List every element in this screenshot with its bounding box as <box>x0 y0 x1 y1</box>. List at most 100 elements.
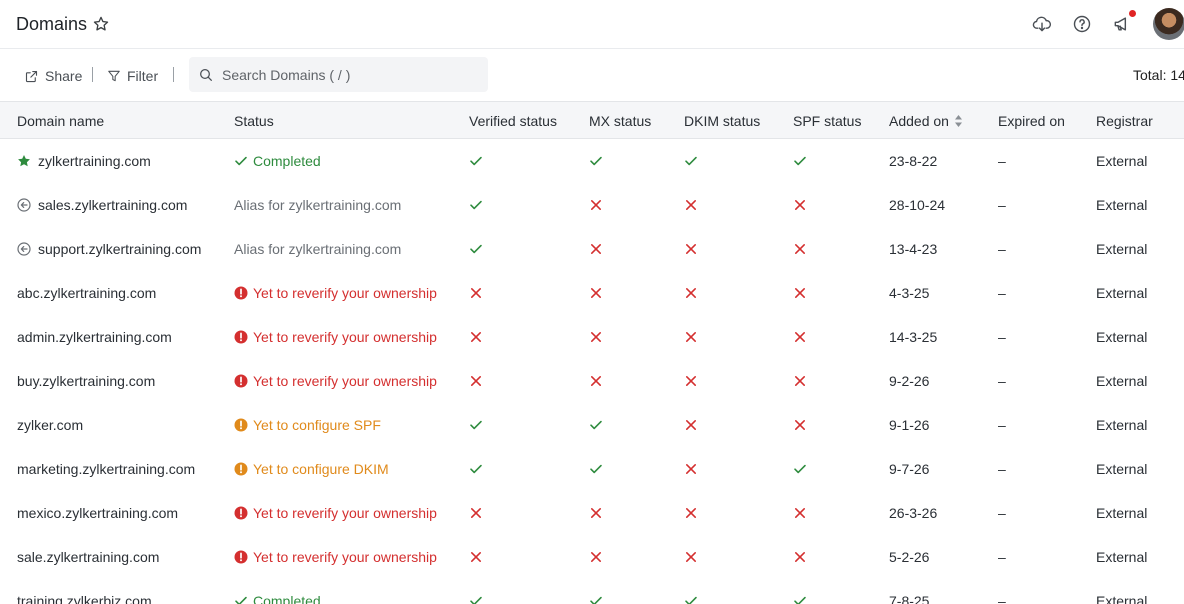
cross-icon <box>471 508 481 518</box>
help-icon[interactable] <box>1072 14 1092 34</box>
dkim-status-cell <box>684 447 698 491</box>
registrar-value: External <box>1096 329 1148 345</box>
domain-name[interactable]: sales.zylkertraining.com <box>17 197 187 213</box>
status-text[interactable]: Yet to reverify your ownership <box>234 549 437 565</box>
domain-name-cell[interactable]: mexico.zylkertraining.com <box>17 491 178 535</box>
table-row[interactable]: admin.zylkertraining.com Yet to reverify … <box>0 315 1184 359</box>
column-header-expired-on[interactable]: Expired on <box>998 113 1065 129</box>
cross-icon <box>591 376 601 386</box>
domain-name[interactable]: admin.zylkertraining.com <box>17 329 172 345</box>
registrar-value: External <box>1096 241 1148 257</box>
domain-name-cell[interactable]: support.zylkertraining.com <box>17 227 201 271</box>
table-row[interactable]: sales.zylkertraining.com Alias for zylker… <box>0 183 1184 227</box>
domain-name-cell[interactable]: admin.zylkertraining.com <box>17 315 172 359</box>
registrar-value: External <box>1096 549 1148 565</box>
cross-icon <box>686 464 696 474</box>
domain-name[interactable]: zylkertraining.com <box>17 153 151 169</box>
domain-name-text: mexico.zylkertraining.com <box>17 505 179 521</box>
status-text[interactable]: Yet to reverify your ownership <box>234 329 437 345</box>
table-row[interactable]: zylkertraining.com Completed 23-8-22 – Exter… <box>0 139 1184 183</box>
status-cell: Alias for zylkertraining.com <box>234 227 401 271</box>
column-header-mx-status[interactable]: MX status <box>589 113 651 129</box>
column-header-spf-status[interactable]: SPF status <box>793 113 861 129</box>
sort-icon[interactable] <box>954 114 963 128</box>
registrar-cell: External <box>1096 447 1147 491</box>
cross-icon <box>795 332 805 342</box>
domain-name-cell[interactable]: training.zylkerbiz.com <box>17 579 152 604</box>
page-title: Domains <box>16 14 88 34</box>
share-button[interactable]: Share <box>24 67 82 85</box>
domain-name-cell[interactable]: zylkertraining.com <box>17 139 151 183</box>
domain-name[interactable]: support.zylkertraining.com <box>17 241 201 257</box>
check-icon <box>590 464 602 474</box>
column-header-added-on[interactable]: Added on <box>889 113 963 129</box>
status-text: Completed <box>234 153 321 169</box>
cross-icon <box>591 244 601 254</box>
added-on-value: 23-8-22 <box>889 153 938 169</box>
status-label: Yet to configure DKIM <box>253 461 389 477</box>
column-header-domain-name[interactable]: Domain name <box>17 113 104 129</box>
divider <box>173 67 174 82</box>
domain-name[interactable]: mexico.zylkertraining.com <box>17 505 178 521</box>
domain-name[interactable]: abc.zylkertraining.com <box>17 285 156 301</box>
dkim-status-cell <box>684 491 698 535</box>
spf-status-cell <box>793 447 807 491</box>
cross-icon <box>471 552 481 562</box>
table-row[interactable]: zylker.com Yet to configure SPF 9-1-26 – Ext… <box>0 403 1184 447</box>
search-input[interactable] <box>222 66 472 83</box>
table-row[interactable]: buy.zylkertraining.com Yet to reverify yo… <box>0 359 1184 403</box>
table-row[interactable]: sale.zylkertraining.com Yet to reverify y… <box>0 535 1184 579</box>
domain-name-cell[interactable]: sales.zylkertraining.com <box>17 183 187 227</box>
table-row[interactable]: training.zylkerbiz.com Completed 7-8-25 – Ex… <box>0 579 1184 604</box>
table-row[interactable]: support.zylkertraining.com Alias for zylk… <box>0 227 1184 271</box>
column-header-dkim-status[interactable]: DKIM status <box>684 113 760 129</box>
check-icon <box>470 156 482 166</box>
domain-name[interactable]: zylker.com <box>17 417 83 433</box>
domain-name-cell[interactable]: buy.zylkertraining.com <box>17 359 155 403</box>
status-text[interactable]: Yet to configure SPF <box>234 417 381 433</box>
status-text[interactable]: Yet to reverify your ownership <box>234 373 437 389</box>
mx-status-cell <box>589 535 603 579</box>
column-header-status[interactable]: Status <box>234 113 274 129</box>
domain-name-text: marketing.zylkertraining.com <box>17 461 196 477</box>
domain-name-text: admin.zylkertraining.com <box>17 329 172 345</box>
status-cell: Completed <box>234 579 321 604</box>
domain-name[interactable]: marketing.zylkertraining.com <box>17 461 195 477</box>
announcement-icon[interactable] <box>1112 14 1132 34</box>
added-on-value: 9-2-26 <box>889 373 930 389</box>
added-on-value: 7-8-25 <box>889 593 930 604</box>
domain-name[interactable]: training.zylkerbiz.com <box>17 593 152 604</box>
registrar-cell: External <box>1096 535 1147 579</box>
domain-name-cell[interactable]: zylker.com <box>17 403 83 447</box>
table-row[interactable]: mexico.zylkertraining.com Yet to reverify… <box>0 491 1184 535</box>
warning-icon <box>234 418 248 432</box>
table-row[interactable]: marketing.zylkertraining.com Yet to confi… <box>0 447 1184 491</box>
column-header-registrar[interactable]: Registrar <box>1096 113 1153 129</box>
domain-name[interactable]: buy.zylkertraining.com <box>17 373 155 389</box>
domain-name-cell[interactable]: abc.zylkertraining.com <box>17 271 156 315</box>
mx-status-cell <box>589 403 603 447</box>
registrar-value: External <box>1096 373 1148 389</box>
registrar-value: External <box>1096 417 1148 433</box>
filter-button[interactable]: Filter <box>107 67 158 85</box>
registrar-cell: External <box>1096 315 1147 359</box>
avatar[interactable] <box>1153 8 1184 40</box>
star-outline-icon[interactable] <box>92 15 110 33</box>
column-header-verified-status[interactable]: Verified status <box>469 113 557 129</box>
status-label: Completed <box>253 593 321 604</box>
status-label: Yet to reverify your ownership <box>253 505 437 521</box>
added-on-value: 5-2-26 <box>889 549 930 565</box>
domain-name-cell[interactable]: marketing.zylkertraining.com <box>17 447 195 491</box>
status-text[interactable]: Yet to reverify your ownership <box>234 505 437 521</box>
cloud-download-icon[interactable] <box>1032 14 1052 34</box>
table-row[interactable]: abc.zylkertraining.com Yet to reverify yo… <box>0 271 1184 315</box>
status-text[interactable]: Yet to configure DKIM <box>234 461 389 477</box>
domain-name-cell[interactable]: sale.zylkertraining.com <box>17 535 159 579</box>
added-on-cell: 9-1-26 <box>889 403 929 447</box>
domain-name[interactable]: sale.zylkertraining.com <box>17 549 159 565</box>
spf-status-cell <box>793 183 807 227</box>
status-text[interactable]: Yet to reverify your ownership <box>234 285 437 301</box>
verified-status-cell <box>469 491 483 535</box>
cross-icon <box>795 420 805 430</box>
cross-icon <box>591 288 601 298</box>
